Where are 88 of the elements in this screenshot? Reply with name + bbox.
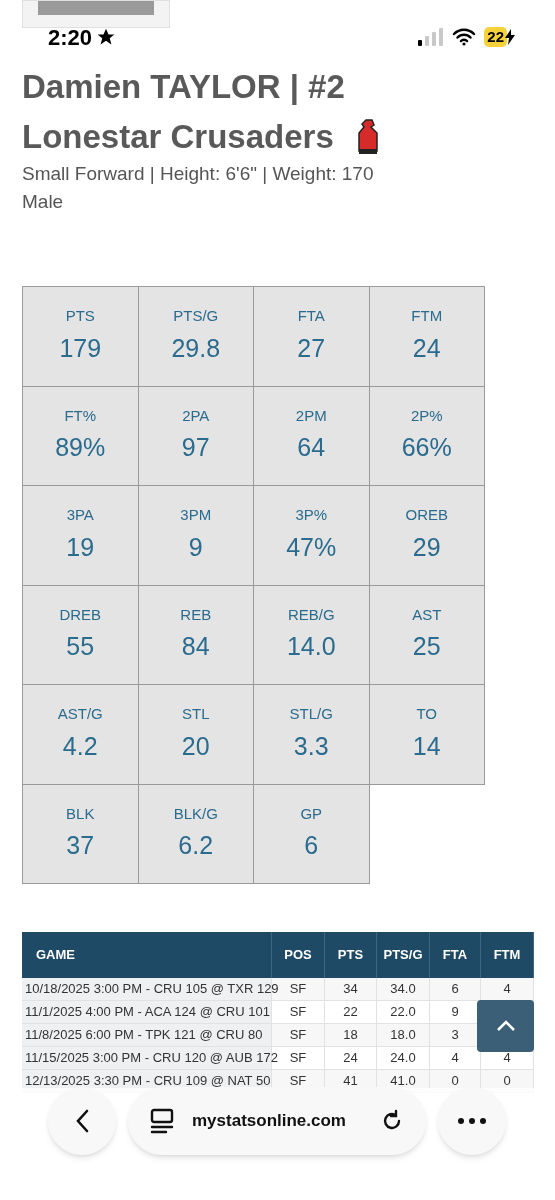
stat-label: BLK/G [173,803,218,824]
stat-label: REB [180,604,212,625]
stat-label: PTS [65,306,95,327]
stat-value: 6 [304,830,319,862]
table-cell-text: 12/13/2025 3:30 PM - CRU 109 @ NAT 50 [25,1072,271,1091]
charging-bolt-icon [505,29,515,45]
table-cell-text: SF [289,1026,307,1045]
table-cell-text: 34 [343,980,358,999]
table-cell-text: 4 [451,1049,459,1068]
stat-value: 97 [181,432,210,464]
more-icon [458,1118,486,1124]
stat-label: TO [416,704,438,725]
table-cell-text: 6 [451,980,459,999]
stat-value: 20 [181,730,210,762]
stat-value: 47% [286,531,337,563]
signal-icon [418,28,445,46]
stat-value: 9 [188,531,203,563]
stat-label: FT% [64,405,97,426]
table-cell-text: 24.0 [390,1049,416,1068]
stat-label: 3PA [66,505,94,526]
stat-value: 55 [66,631,95,663]
stat-value: 14 [412,730,441,762]
stat-label: DREB [59,604,102,625]
stat-value: 4.2 [62,730,98,762]
stat-label: GP [300,803,323,824]
stat-value: 24 [412,332,441,364]
table-cell-text: 4 [503,980,511,999]
table-cell-text: 4 [503,1049,511,1068]
stat-label: AST [412,604,442,625]
stat-value: 25 [412,631,441,663]
stat-label: FTM [411,306,443,327]
stat-label: 2P% [410,405,443,426]
stat-label: PTS/G [173,306,219,327]
player-gender: Male [22,190,65,214]
stat-value: 14.0 [286,631,336,663]
table-cell-text: SF [289,1003,307,1022]
table-cell-text: 18.0 [390,1026,416,1045]
stat-label: STL/G [289,704,333,725]
stat-label: 3P% [295,505,328,526]
table-cell-text: 0 [451,1072,459,1091]
stat-label: 2PM [295,405,327,426]
player-details: Small Forward | Height: 6'6" | Weight: 170 [22,162,375,186]
stat-value: 19 [66,531,95,563]
address-bar[interactable]: mystatsonline.com [128,1087,426,1155]
table-cell-text: 11/15/2025 3:00 PM - CRU 120 @ AUB 172 [25,1049,278,1068]
stat-value: 27 [297,332,326,364]
stat-value: 179 [59,332,102,364]
stat-value: 6.2 [178,830,214,862]
stat-value: 37 [66,830,95,862]
table-cell-text: SF [289,980,307,999]
team-name: Lonestar Crusaders [22,117,334,157]
table-cell-text: 24 [343,1049,358,1068]
table-cell-text: 22 [343,1003,358,1022]
url-text: mystatsonline.com [192,1110,347,1133]
battery-icon: 22 [484,27,507,47]
table-cell-text: 10/18/2025 3:00 PM - CRU 105 @ TXR 129 [25,980,279,999]
team-logo-icon [355,119,380,155]
table-cell-text: 34.0 [390,980,416,999]
scroll-to-top-button[interactable] [477,1000,534,1052]
stat-value: 29 [412,531,441,563]
table-cell-text: SF [289,1049,307,1068]
stat-label: OREB [405,505,448,526]
wifi-icon [452,28,477,46]
table-cell-text: 18 [343,1026,358,1045]
stat-value: 64 [297,432,326,464]
stat-label: FTA [297,306,325,327]
status-time: 2:20 [48,23,93,52]
stat-label: BLK [66,803,95,824]
stat-label: 3PM [180,505,212,526]
table-cell-text: 9 [451,1003,459,1022]
stat-value: 89% [55,432,106,464]
stat-value: 3.3 [293,730,329,762]
table-cell-text: 0 [503,1072,511,1091]
stat-value: 84 [181,631,210,663]
stat-label: REB/G [287,604,335,625]
stat-value: 66% [401,432,452,464]
page-menu-icon [150,1108,174,1134]
stat-label: AST/G [57,704,103,725]
table-cell-text: 3 [451,1026,459,1045]
player-name: Damien TAYLOR | #2 [22,67,346,107]
table-cell-text: 22.0 [390,1003,416,1022]
table-cell-text: 11/1/2025 4:00 PM - ACA 124 @ CRU 101 [25,1003,270,1022]
chevron-left-icon [75,1109,89,1133]
stat-label: STL [182,704,210,725]
stat-value: 29.8 [171,332,221,364]
table-cell-text: 11/8/2025 6:00 PM - TPK 121 @ CRU 80 [25,1026,263,1045]
chevron-up-icon [495,1020,516,1032]
stat-label: 2PA [182,405,210,426]
